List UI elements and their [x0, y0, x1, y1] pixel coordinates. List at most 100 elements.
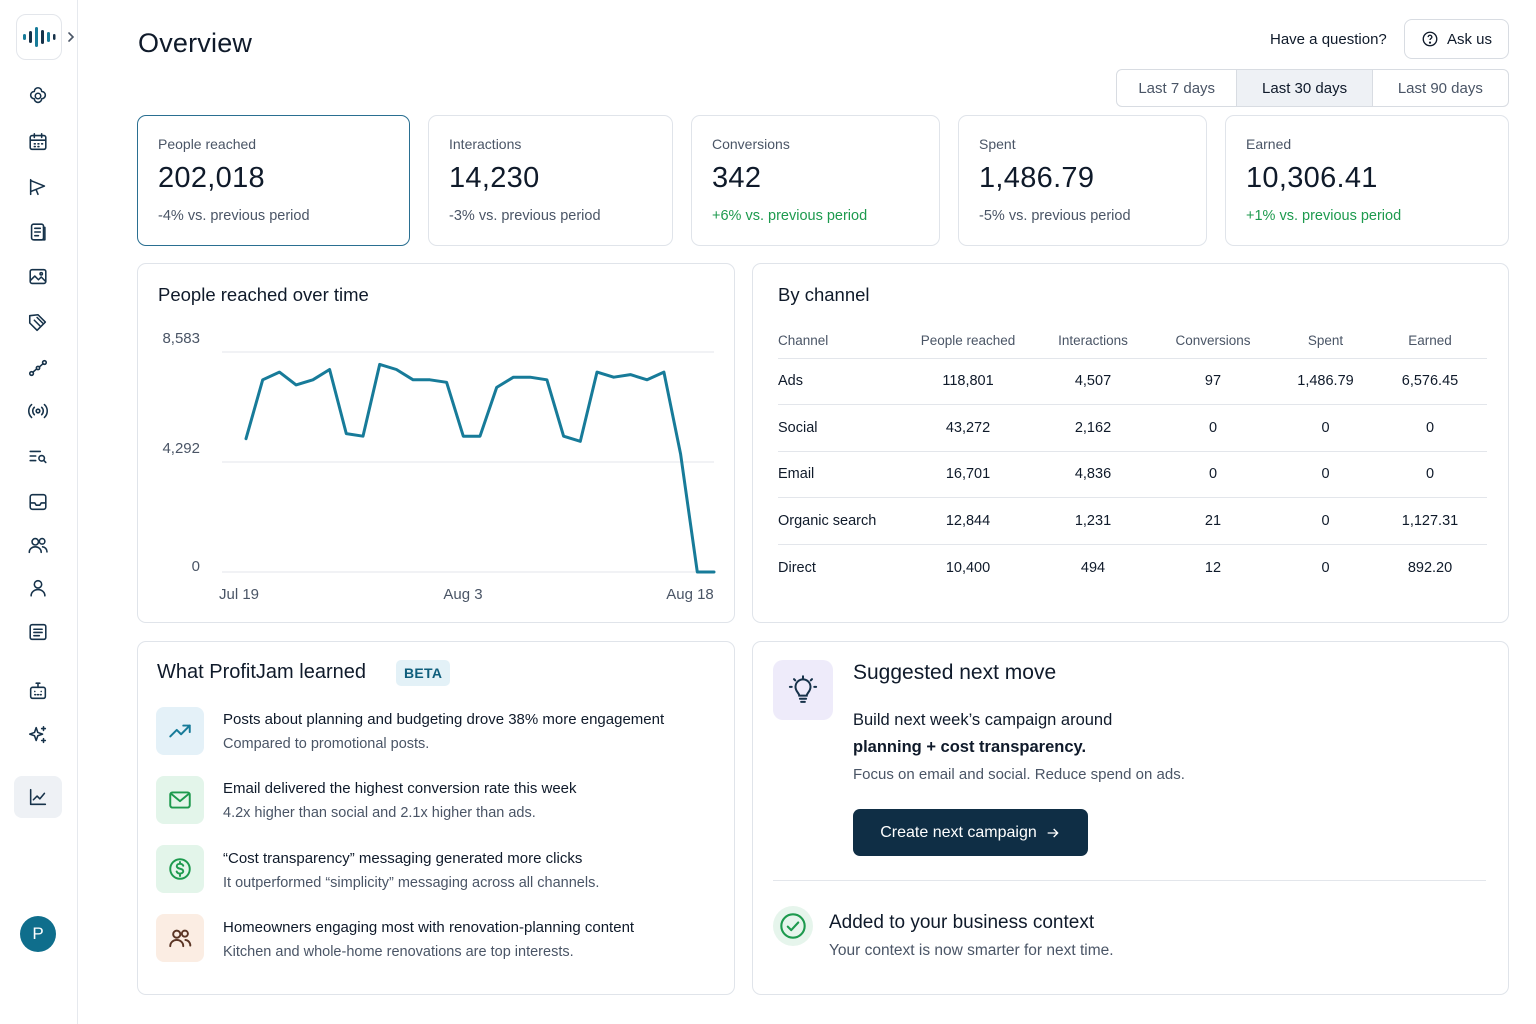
- table-cell: 2,162: [1038, 404, 1148, 452]
- stat-card-spent[interactable]: Spent 1,486.79 -5% vs. previous period: [958, 115, 1207, 246]
- series-line: [244, 362, 716, 574]
- tab-last-7-days[interactable]: Last 7 days: [1117, 70, 1238, 106]
- sparkle-icon[interactable]: [24, 721, 52, 749]
- table-cell: 1,486.79: [1278, 358, 1373, 405]
- divider: [773, 880, 1486, 881]
- calendar-icon[interactable]: [24, 128, 52, 156]
- people-icon: [156, 914, 204, 962]
- column-header[interactable]: People reached: [898, 324, 1038, 359]
- stat-value: 342: [712, 162, 762, 194]
- table-row[interactable]: Ads 118,801 4,507 97 1,486.79 6,576.45: [778, 358, 1487, 405]
- table-cell: 0: [1278, 404, 1373, 452]
- x-tick-label: Aug 18: [666, 586, 714, 603]
- ask-us-label: Ask us: [1446, 30, 1492, 48]
- beta-badge: BETA: [396, 660, 451, 686]
- table-cell: 4,507: [1038, 358, 1148, 405]
- column-header[interactable]: Spent: [1278, 324, 1373, 359]
- table-cell: 1,231: [1038, 497, 1148, 545]
- document-icon[interactable]: [24, 218, 52, 246]
- app-logo[interactable]: [16, 14, 62, 60]
- column-header[interactable]: Earned: [1373, 324, 1487, 359]
- dollar-icon: [156, 845, 204, 893]
- stat-label: Earned: [1246, 136, 1292, 152]
- question-text: Have a question?: [1270, 31, 1387, 48]
- users-icon[interactable]: [24, 531, 52, 559]
- table-cell: 97: [1148, 358, 1278, 405]
- arrow-right-icon: [1047, 828, 1059, 837]
- stat-change: -5% vs. previous period: [979, 208, 1131, 224]
- user-icon[interactable]: [24, 574, 52, 602]
- channel-table: Channel People reached Interactions Conv…: [778, 324, 1487, 591]
- table-cell: 892.20: [1407, 559, 1453, 576]
- table-cell: 12: [1204, 559, 1222, 576]
- message-icon[interactable]: [24, 618, 52, 646]
- column-header[interactable]: Channel: [778, 324, 898, 359]
- table-cell: 494: [1080, 559, 1106, 576]
- stat-value: 10,306.41: [1246, 162, 1378, 194]
- tab-last-90-days[interactable]: Last 90 days: [1373, 70, 1508, 106]
- column-header[interactable]: Interactions: [1038, 324, 1148, 359]
- avatar[interactable]: P: [20, 916, 56, 952]
- brain-icon[interactable]: [24, 82, 52, 110]
- table-row[interactable]: Direct 10,400 494 12 0 892.20: [778, 544, 1487, 591]
- stat-label: Interactions: [449, 136, 522, 152]
- table-cell: 0: [1373, 404, 1487, 452]
- y-tick-label: 0: [192, 558, 200, 575]
- table-cell: 1,127.31: [1373, 497, 1487, 545]
- trend-up-icon: [156, 707, 204, 755]
- expand-chevron-icon[interactable]: [66, 30, 76, 44]
- stat-card-people-reached[interactable]: People reached 202,018 -4% vs. previous …: [137, 115, 410, 246]
- stat-label: People reached: [158, 136, 257, 152]
- insight-subtitle: 4.2x higher than social and 2.1x higher …: [223, 805, 536, 821]
- stat-change: -3% vs. previous period: [449, 208, 601, 224]
- suggested-line-1: Build next week’s campaign around: [853, 711, 1113, 729]
- stat-card-earned[interactable]: Earned 10,306.41 +1% vs. previous period: [1225, 115, 1509, 246]
- channel-title: By channel: [778, 284, 870, 305]
- sidebar: P: [0, 0, 78, 1024]
- megaphone-icon[interactable]: [24, 173, 52, 201]
- broadcast-icon[interactable]: [24, 397, 52, 425]
- tag-icon[interactable]: [24, 309, 52, 337]
- table-cell: 21: [1148, 497, 1278, 545]
- create-campaign-button[interactable]: Create next campaign: [853, 809, 1088, 856]
- create-campaign-label: Create next campaign: [880, 823, 1037, 841]
- table-cell: 4,836: [1038, 451, 1148, 498]
- table-row[interactable]: Email 16,701 4,836 0 0 0: [778, 451, 1487, 498]
- stat-card-interactions[interactable]: Interactions 14,230 -3% vs. previous per…: [428, 115, 673, 246]
- y-tick-label: 8,583: [162, 330, 200, 347]
- analytics-icon[interactable]: [24, 783, 52, 811]
- insight-title: “Cost transparency” messaging generated …: [223, 850, 583, 867]
- stat-card-conversions[interactable]: Conversions 342 +6% vs. previous period: [691, 115, 940, 246]
- suggested-title: Suggested next move: [853, 661, 1057, 684]
- column-header[interactable]: Conversions: [1148, 324, 1278, 359]
- insight-title: Posts about planning and budgeting drove…: [223, 711, 665, 728]
- channel-name: Email: [778, 451, 898, 498]
- gallery-icon[interactable]: [24, 263, 52, 291]
- x-tick-label: Jul 19: [219, 586, 259, 603]
- mail-icon: [156, 776, 204, 824]
- table-cell: 12,844: [898, 497, 1038, 545]
- stat-label: Conversions: [712, 136, 790, 152]
- table-cell: 16,701: [898, 451, 1038, 498]
- table-cell: 0: [1148, 451, 1278, 498]
- table-cell: 43,272: [898, 404, 1038, 452]
- search-list-icon[interactable]: [24, 442, 52, 470]
- flow-icon[interactable]: [24, 354, 52, 382]
- table-row[interactable]: Social 43,272 2,162 0 0 0: [778, 404, 1487, 452]
- suggested-line-3: Focus on email and social. Reduce spend …: [853, 766, 1185, 783]
- robot-icon[interactable]: [24, 677, 52, 705]
- line-chart: 8,583 4,292 0 Jul 19 Aug 3 Aug 18: [162, 330, 716, 603]
- insight-subtitle: Compared to promotional posts.: [223, 736, 430, 752]
- stat-change: +1% vs. previous period: [1246, 208, 1402, 224]
- table-row[interactable]: Organic search 12,844 1,231 21 0 1,127.3…: [778, 497, 1487, 545]
- x-tick-label: Aug 3: [443, 586, 482, 603]
- tab-last-30-days[interactable]: Last 30 days: [1237, 70, 1373, 106]
- table-cell: 0: [1278, 451, 1373, 498]
- ask-us-button[interactable]: Ask us: [1404, 19, 1509, 59]
- y-tick-label: 4,292: [162, 440, 200, 457]
- table-cell: 0: [1148, 404, 1278, 452]
- table-cell: 118,801: [898, 358, 1038, 405]
- inbox-icon[interactable]: [24, 488, 52, 516]
- check-circle-icon: [773, 906, 813, 946]
- period-selector: Last 7 days Last 30 days Last 90 days: [1116, 69, 1509, 107]
